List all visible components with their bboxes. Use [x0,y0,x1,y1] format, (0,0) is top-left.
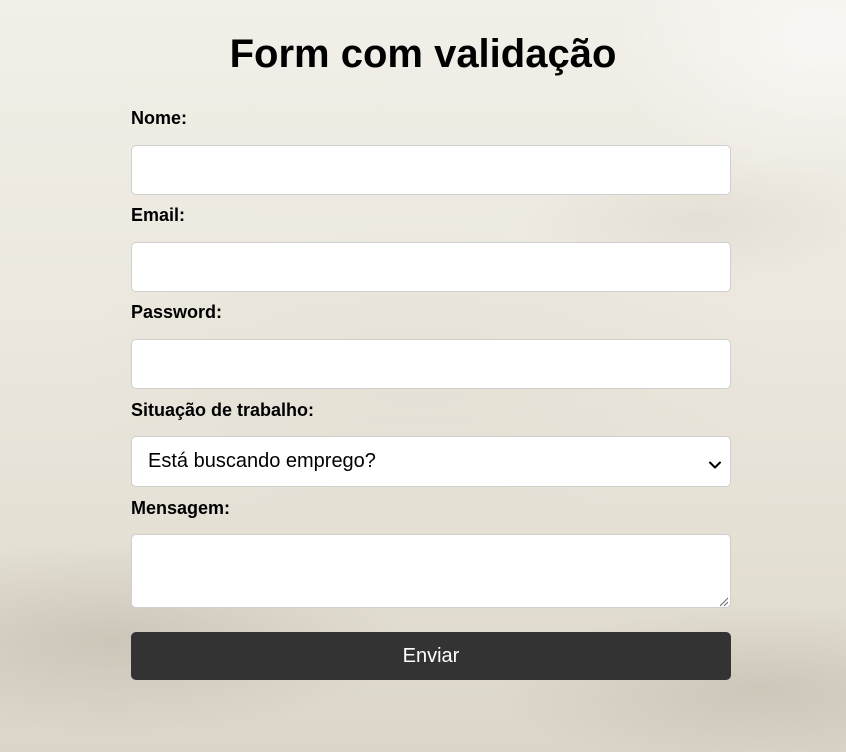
work-status-select[interactable]: Está buscando emprego? [131,436,731,487]
resize-handle-icon[interactable] [717,594,729,607]
password-input[interactable] [131,339,731,389]
message-label: Mensagem: [131,498,231,518]
page-title: Form com validação [229,32,617,76]
message-textarea[interactable] [131,534,731,608]
chevron-down-icon [708,455,722,469]
work-status-selected-value: Está buscando emprego? [148,450,376,472]
name-label: Nome: [131,108,188,128]
submit-button[interactable]: Enviar [131,632,731,680]
email-input[interactable] [131,242,731,292]
message-wrapper [131,534,731,608]
name-input[interactable] [131,145,731,195]
work-status-label: Situação de trabalho: [131,400,315,420]
password-label: Password: [131,302,223,322]
email-label: Email: [131,205,186,225]
